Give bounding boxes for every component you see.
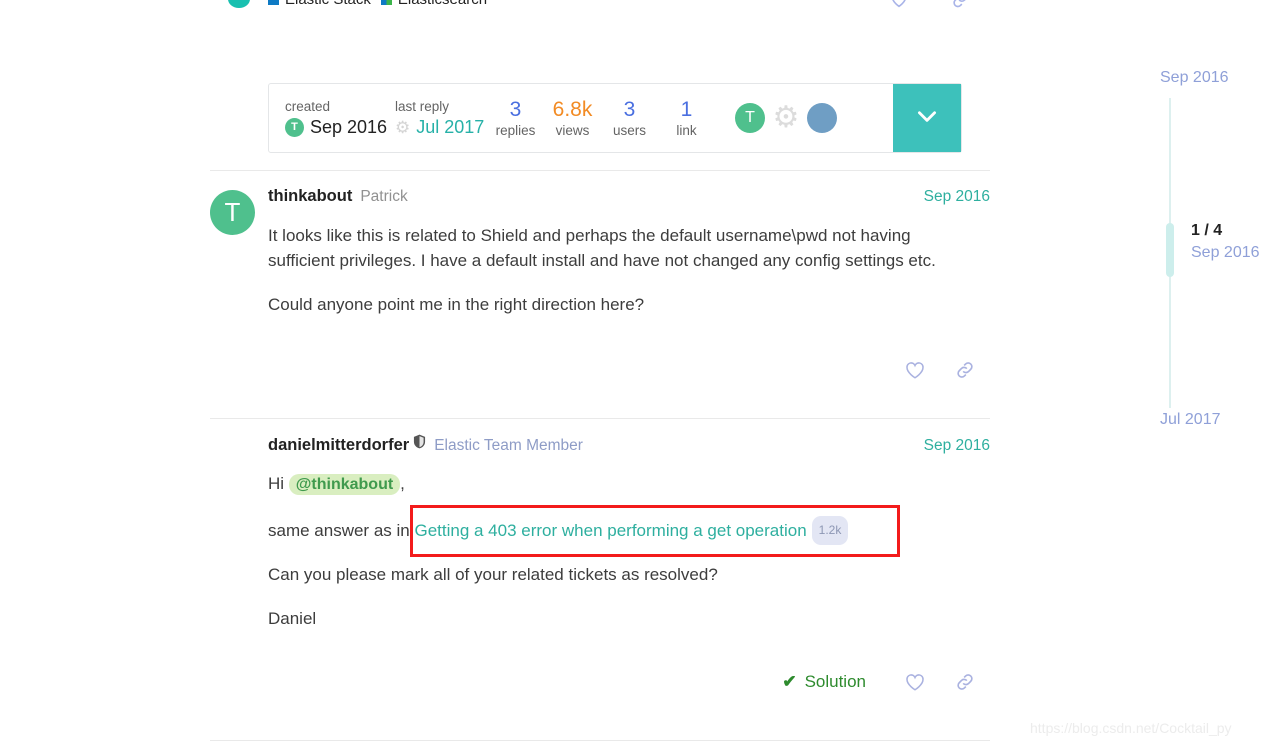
created-label: created xyxy=(285,99,331,114)
post-thinkabout: T thinkabout Patrick Sep 2016 It looks l… xyxy=(210,170,990,406)
greeting-paragraph: Hi @thinkabout, xyxy=(268,471,970,497)
clipped-post-actions xyxy=(888,0,972,15)
post-header: danielmitterdorfer Elastic Team Member S… xyxy=(268,434,990,455)
link-prefix: same answer as in xyxy=(268,521,410,540)
breadcrumb-bar: Elastic Stack Elasticsearch xyxy=(0,0,1269,18)
post-actions: ✔ Solution xyxy=(782,671,976,693)
participant-avatar-danielmitterdorfer[interactable] xyxy=(807,103,837,133)
timeline-position: 1 / 4 xyxy=(1191,222,1223,239)
heart-icon[interactable] xyxy=(904,672,926,692)
stat-links[interactable]: 1 link xyxy=(658,84,715,152)
topic-timeline[interactable]: Sep 2016 1 / 4 Sep 2016 Jul 2017 xyxy=(1160,68,1269,448)
greeting-prefix: Hi xyxy=(268,474,285,493)
check-icon: ✔ xyxy=(782,672,797,691)
gear-icon[interactable]: ⚙ xyxy=(395,119,410,136)
last-reply-label: last reply xyxy=(395,99,450,114)
breadcrumb: Elastic Stack Elasticsearch xyxy=(228,0,487,10)
avatar[interactable]: T xyxy=(210,190,255,235)
avatar[interactable] xyxy=(210,438,255,483)
timeline-start-date: Sep 2016 xyxy=(1160,69,1229,86)
poster-username[interactable]: thinkabout xyxy=(268,187,352,206)
post-header: thinkabout Patrick Sep 2016 xyxy=(268,187,990,206)
paragraph: Can you please mark all of your related … xyxy=(268,565,718,584)
breadcrumb-item-elasticsearch[interactable]: Elasticsearch xyxy=(380,0,487,8)
stat-views[interactable]: 6.8k views xyxy=(544,84,601,152)
mention-link[interactable]: @thinkabout xyxy=(288,474,401,495)
topic-stats-box: created T Sep 2016 last reply ⚙ Jul 2017… xyxy=(268,83,962,153)
link-icon[interactable] xyxy=(950,0,972,15)
post-content: Hi @thinkabout, same answer as in Gettin… xyxy=(268,471,970,650)
expand-topic-button[interactable] xyxy=(893,84,961,152)
paragraph: Daniel xyxy=(268,609,317,628)
post-date[interactable]: Sep 2016 xyxy=(924,437,990,455)
heart-icon[interactable] xyxy=(888,0,910,15)
related-topic-link[interactable]: Getting a 403 error when performing a ge… xyxy=(414,521,806,540)
heart-icon[interactable] xyxy=(904,360,926,380)
elastic-logo-icon[interactable] xyxy=(228,0,258,10)
timeline-current-date: Sep 2016 xyxy=(1191,244,1260,261)
topic-last-reply-block: last reply ⚙ Jul 2017 xyxy=(395,84,487,152)
stat-label: replies xyxy=(495,122,536,138)
post-content: It looks like this is related to Shield … xyxy=(268,223,970,336)
breadcrumb-label: Elasticsearch xyxy=(398,0,487,8)
stat-label: users xyxy=(612,122,646,138)
link-icon[interactable] xyxy=(954,359,976,381)
post-actions xyxy=(904,359,976,381)
post-divider xyxy=(210,740,990,741)
breadcrumb-label: Elastic Stack xyxy=(285,0,371,8)
created-date: Sep 2016 xyxy=(310,117,388,137)
created-by-avatar[interactable]: T xyxy=(285,117,304,137)
breadcrumb-item-elastic-stack[interactable]: Elastic Stack xyxy=(268,0,371,8)
blue-square-icon xyxy=(268,0,279,5)
stat-value: 3 xyxy=(623,97,636,121)
link-icon[interactable] xyxy=(954,671,976,693)
solution-badge[interactable]: ✔ Solution xyxy=(782,672,866,692)
link-view-count-badge: 1.2k xyxy=(811,516,849,545)
participant-gear-icon[interactable]: ⚙ xyxy=(770,102,802,134)
stat-replies[interactable]: 3 replies xyxy=(487,84,544,152)
link-paragraph: same answer as in Getting a 403 error wh… xyxy=(268,516,970,545)
poster-username[interactable]: danielmitterdorfer xyxy=(268,436,409,455)
timeline-scrubber-handle[interactable] xyxy=(1166,223,1174,277)
participant-avatar-thinkabout[interactable]: T xyxy=(735,103,765,133)
last-reply-date[interactable]: Jul 2017 xyxy=(416,116,484,138)
chevron-down-icon xyxy=(914,103,940,134)
watermark: https://blog.csdn.net/Cocktail_py xyxy=(1030,720,1232,736)
stat-value: 6.8k xyxy=(552,97,593,121)
poster-title: Elastic Team Member xyxy=(434,437,583,454)
stat-label: views xyxy=(555,122,590,138)
post-date[interactable]: Sep 2016 xyxy=(924,188,990,206)
stat-users[interactable]: 3 users xyxy=(601,84,658,152)
stat-label: link xyxy=(676,122,697,138)
poster-fullname: Patrick xyxy=(360,188,408,205)
paragraph: Could anyone point me in the right direc… xyxy=(268,295,645,314)
stat-value: 1 xyxy=(680,97,693,121)
stat-value: 3 xyxy=(509,97,522,121)
greeting-suffix: , xyxy=(400,474,405,493)
timeline-end-date: Jul 2017 xyxy=(1160,411,1221,428)
shield-icon xyxy=(413,434,426,452)
timeline-current: 1 / 4 Sep 2016 xyxy=(1191,220,1260,264)
topic-created-block: created T Sep 2016 xyxy=(285,84,395,152)
post-danielmitterdorfer: danielmitterdorfer Elastic Team Member S… xyxy=(210,418,990,718)
paragraph: It looks like this is related to Shield … xyxy=(268,226,936,270)
blue-green-square-icon xyxy=(380,0,392,5)
solution-label: Solution xyxy=(804,672,866,691)
participants-list: T ⚙ xyxy=(735,84,837,152)
